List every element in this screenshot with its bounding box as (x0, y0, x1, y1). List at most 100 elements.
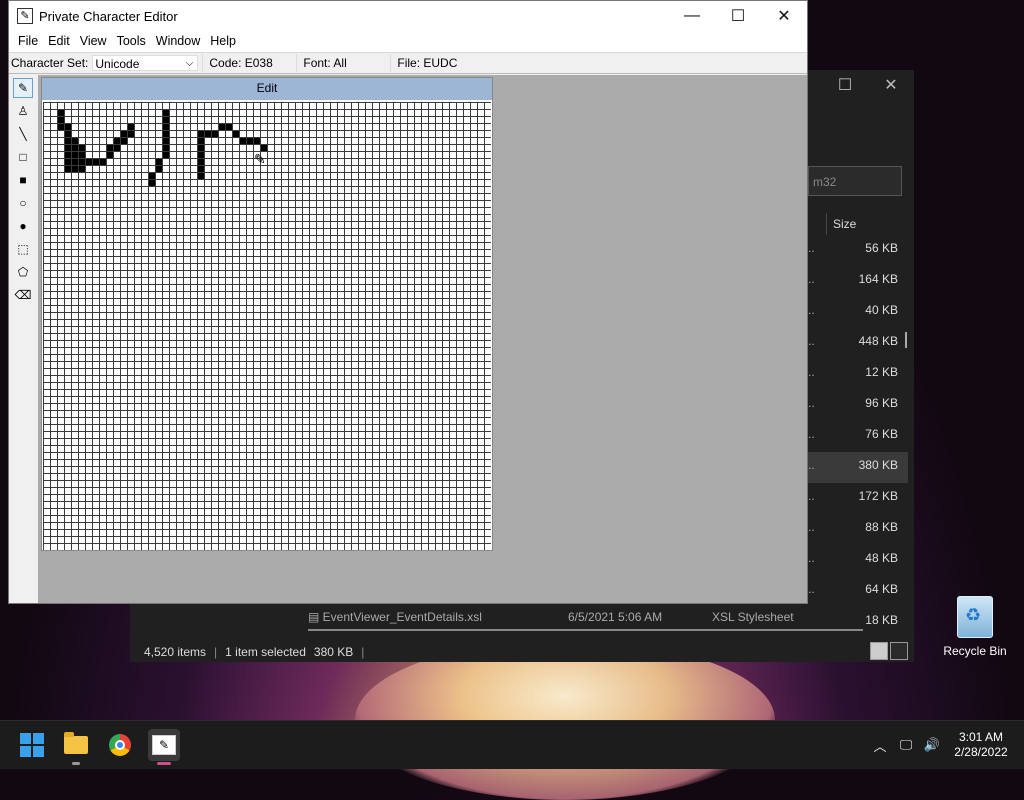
table-row[interactable]: .. 40 KB (808, 297, 908, 328)
filled-pixel[interactable] (198, 173, 204, 179)
table-row[interactable]: .. 76 KB (808, 421, 908, 452)
search-input[interactable]: m32 (808, 166, 902, 196)
menu-help[interactable]: Help (205, 31, 241, 52)
filled-pixel[interactable] (72, 145, 78, 151)
large-icons-view-icon[interactable] (890, 642, 908, 660)
filled-pixel[interactable] (254, 138, 260, 144)
filled-pixel[interactable] (198, 159, 204, 165)
table-row[interactable]: .. 96 KB (808, 390, 908, 421)
filled-pixel[interactable] (65, 124, 71, 130)
filled-pixel[interactable] (149, 173, 155, 179)
edit-grid-window[interactable]: Edit ✎ (41, 77, 493, 551)
freeform-selection-tool-icon[interactable]: ⬠ (13, 262, 33, 282)
filled-pixel[interactable] (198, 145, 204, 151)
filled-pixel[interactable] (93, 159, 99, 165)
vertical-scrollbar-thumb[interactable] (905, 332, 907, 348)
private-character-editor-window[interactable]: ✎ Private Character Editor — ☐ ✕ File Ed… (8, 0, 808, 604)
filled-pixel[interactable] (156, 166, 162, 172)
filled-ellipse-tool-icon[interactable]: ● (13, 216, 33, 236)
menu-window[interactable]: Window (151, 31, 205, 52)
table-row[interactable]: .. 88 KB (808, 514, 908, 545)
filled-pixel[interactable] (163, 145, 169, 151)
filled-pixel[interactable] (121, 131, 127, 137)
filled-pixel[interactable] (163, 124, 169, 130)
filled-pixel[interactable] (163, 152, 169, 158)
maximize-icon[interactable]: ☐ (715, 1, 761, 31)
hollow-ellipse-tool-icon[interactable]: ○ (13, 193, 33, 213)
charset-dropdown[interactable]: Unicode ⌵ (92, 55, 199, 71)
column-header-size[interactable]: Size (826, 213, 913, 235)
table-row[interactable]: .. 448 KB (808, 328, 908, 359)
filled-pixel[interactable] (247, 138, 253, 144)
rectangular-selection-tool-icon[interactable]: ⬚ (13, 239, 33, 259)
filled-pixel[interactable] (72, 159, 78, 165)
filled-pixel[interactable] (65, 166, 71, 172)
filled-pixel[interactable] (156, 159, 162, 165)
filled-pixel[interactable] (79, 166, 85, 172)
filled-pixel[interactable] (58, 110, 64, 116)
table-row[interactable]: .. 56 KB (808, 235, 908, 266)
filled-pixel[interactable] (100, 159, 106, 165)
volume-icon[interactable]: 🔊 (920, 737, 944, 753)
filled-pixel[interactable] (205, 131, 211, 137)
close-icon[interactable]: ✕ (761, 1, 807, 31)
filled-pixel[interactable] (114, 145, 120, 151)
filled-pixel[interactable] (65, 145, 71, 151)
table-row[interactable]: .. 12 KB (808, 359, 908, 390)
line-tool-icon[interactable]: ╲ (13, 124, 33, 144)
filled-pixel[interactable] (72, 152, 78, 158)
maximize-icon[interactable]: ☐ (822, 70, 868, 100)
table-row[interactable]: .. 164 KB (808, 266, 908, 297)
taskbar-private-character-editor[interactable]: ✎ (148, 729, 180, 765)
close-icon[interactable]: ✕ (868, 70, 914, 100)
filled-pixel[interactable] (58, 117, 64, 123)
table-row[interactable]: .. 64 KB (808, 576, 908, 607)
eraser-tool-icon[interactable]: ⌫ (13, 285, 33, 305)
filled-rectangle-tool-icon[interactable]: ■ (13, 170, 33, 190)
clock[interactable]: 3:01 AM 2/28/2022 (946, 730, 1016, 760)
filled-pixel[interactable] (79, 159, 85, 165)
filled-pixel[interactable] (58, 124, 64, 130)
taskbar-file-explorer[interactable] (60, 729, 92, 765)
filled-pixel[interactable] (121, 138, 127, 144)
recycle-bin-shortcut[interactable]: Recycle Bin (940, 596, 1010, 658)
filled-pixel[interactable] (233, 131, 239, 137)
table-row-selected[interactable]: .. 380 KB (808, 452, 908, 483)
filled-pixel[interactable] (149, 180, 155, 186)
brush-tool-icon[interactable]: ♙ (13, 101, 33, 121)
menu-tools[interactable]: Tools (112, 31, 151, 52)
details-view-icon[interactable] (870, 642, 888, 660)
filled-pixel[interactable] (240, 138, 246, 144)
filled-pixel[interactable] (198, 152, 204, 158)
filled-pixel[interactable] (86, 159, 92, 165)
filled-pixel[interactable] (198, 131, 204, 137)
network-icon[interactable]: 🖵 (894, 737, 918, 753)
chevron-up-icon[interactable]: ︿ (868, 736, 892, 755)
menu-file[interactable]: File (13, 31, 43, 52)
filled-pixel[interactable] (65, 159, 71, 165)
filled-pixel[interactable] (107, 145, 113, 151)
filled-pixel[interactable] (219, 124, 225, 130)
horizontal-scrollbar[interactable] (308, 629, 863, 631)
filled-pixel[interactable] (226, 124, 232, 130)
filled-pixel[interactable] (65, 152, 71, 158)
filled-pixel[interactable] (79, 145, 85, 151)
table-row[interactable]: .. 172 KB (808, 483, 908, 514)
filled-pixel[interactable] (114, 138, 120, 144)
filled-pixel[interactable] (65, 131, 71, 137)
menu-edit[interactable]: Edit (43, 31, 75, 52)
filled-pixel[interactable] (163, 131, 169, 137)
title-bar[interactable]: ✎ Private Character Editor — ☐ ✕ (9, 1, 807, 31)
filled-pixel[interactable] (107, 152, 113, 158)
pixel-edit-grid[interactable]: ✎ (43, 102, 491, 550)
minimize-icon[interactable]: — (669, 1, 715, 31)
filled-pixel[interactable] (163, 110, 169, 116)
table-row[interactable]: .. 48 KB (808, 545, 908, 576)
filled-pixel[interactable] (79, 152, 85, 158)
filled-pixel[interactable] (198, 138, 204, 144)
filled-pixel[interactable] (65, 138, 71, 144)
pencil-tool-icon[interactable]: ✎ (13, 78, 33, 98)
taskbar-chrome[interactable] (104, 729, 136, 761)
filled-pixel[interactable] (128, 124, 134, 130)
hollow-rectangle-tool-icon[interactable]: □ (13, 147, 33, 167)
